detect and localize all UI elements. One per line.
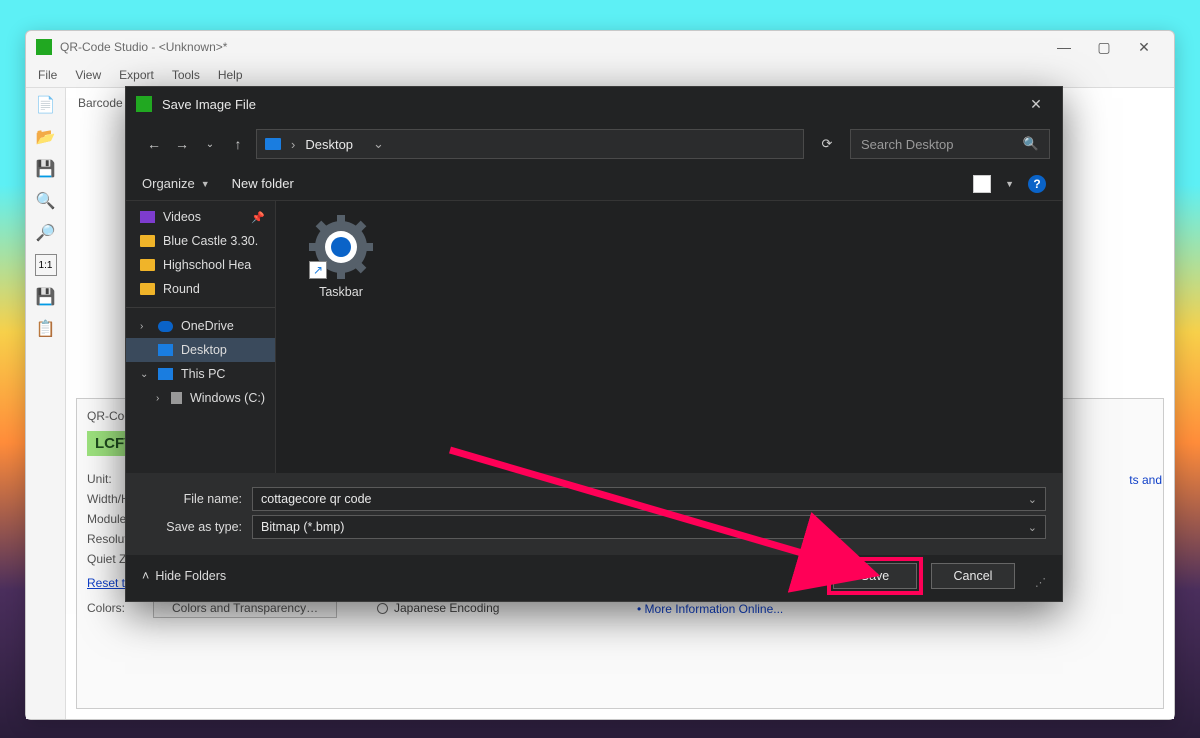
module-label: Module	[87, 512, 126, 526]
one-to-one-icon[interactable]: 1:1	[35, 254, 57, 276]
onedrive-icon	[158, 321, 173, 332]
new-doc-icon[interactable]: 📄	[35, 94, 57, 116]
view-mode-dropdown-icon[interactable]: ▼	[1005, 179, 1014, 189]
minimize-button[interactable]: —	[1044, 33, 1084, 61]
news-link-2[interactable]: • More Information Online...	[637, 602, 922, 616]
tree-item-highschool[interactable]: Highschool Hea	[126, 253, 275, 277]
nav-recent-icon[interactable]: ⌄	[200, 139, 220, 150]
nav-back-icon[interactable]: ←	[144, 136, 164, 152]
save-button[interactable]: Save	[833, 563, 917, 589]
cancel-button[interactable]: Cancel	[931, 563, 1015, 589]
tree-item-round[interactable]: Round	[126, 277, 275, 301]
app-icon	[36, 39, 52, 55]
address-bar[interactable]: › Desktop ⌄	[256, 129, 804, 159]
dialog-app-icon	[136, 96, 152, 112]
menu-tools[interactable]: Tools	[172, 68, 200, 82]
search-icon: 🔍	[1023, 136, 1039, 152]
folder-icon	[140, 235, 155, 247]
folder-icon	[140, 259, 155, 271]
save-icon[interactable]: 💾	[35, 158, 57, 180]
savetype-label: Save as type:	[142, 520, 242, 534]
tree-item-onedrive[interactable]: ›OneDrive	[126, 314, 275, 338]
tree-item-thispc[interactable]: ⌄This PC	[126, 362, 275, 386]
savetype-select[interactable]: Bitmap (*.bmp) ⌄	[252, 515, 1046, 539]
export-image-icon[interactable]: 💾	[35, 286, 57, 308]
chevron-down-icon: ▼	[201, 179, 210, 189]
search-placeholder: Search Desktop	[861, 137, 954, 152]
dialog-titlebar: Save Image File ✕	[126, 87, 1062, 121]
breadcrumb-desktop[interactable]: Desktop	[305, 137, 353, 152]
open-folder-icon[interactable]: 📂	[35, 126, 57, 148]
desktop-location-icon	[265, 138, 281, 150]
chevron-down-icon[interactable]: ⌄	[1028, 521, 1037, 534]
resize-grip-icon[interactable]: ⋰	[1035, 576, 1046, 589]
file-item-taskbar[interactable]: ↗ Taskbar	[296, 215, 386, 299]
app-toolbar: 📄 📂 💾 🔍 🔎 1:1 💾 📋	[26, 88, 66, 719]
drive-icon	[171, 392, 182, 404]
app-title: QR-Code Studio - <Unknown>*	[60, 40, 227, 54]
menu-export[interactable]: Export	[119, 68, 154, 82]
view-mode-button[interactable]	[973, 175, 991, 193]
close-button[interactable]: ✕	[1124, 33, 1164, 61]
nav-forward-icon[interactable]: →	[172, 136, 192, 152]
tree-item-videos[interactable]: Videos📌	[126, 205, 275, 229]
file-list[interactable]: ↗ Taskbar	[276, 201, 1062, 473]
videos-icon	[140, 211, 155, 223]
filename-label: File name:	[142, 492, 242, 506]
breadcrumb-sep-icon: ›	[291, 137, 295, 152]
zoom-out-icon[interactable]: 🔎	[35, 222, 57, 244]
search-input[interactable]: Search Desktop 🔍	[850, 129, 1050, 159]
unit-label: Unit:	[87, 472, 112, 486]
folder-icon	[140, 283, 155, 295]
tree-item-bluecastle[interactable]: Blue Castle 3.30.	[126, 229, 275, 253]
chevron-down-icon[interactable]: ⌄	[1028, 493, 1037, 506]
dialog-title: Save Image File	[162, 97, 256, 112]
app-titlebar: QR-Code Studio - <Unknown>* — ▢ ✕	[26, 31, 1174, 63]
pin-icon: 📌	[251, 211, 265, 224]
save-image-dialog: Save Image File ✕ ← → ⌄ ↑ › Desktop ⌄ ⟳ …	[125, 86, 1063, 602]
dialog-close-button[interactable]: ✕	[1020, 90, 1052, 118]
chevron-up-icon: ˄	[142, 569, 149, 583]
organize-menu[interactable]: Organize ▼	[142, 176, 210, 191]
breadcrumb-dropdown-icon[interactable]: ⌄	[373, 136, 384, 152]
chevron-right-icon: ›	[140, 321, 150, 332]
filename-input[interactable]: cottagecore qr code ⌄	[252, 487, 1046, 511]
copy-icon[interactable]: 📋	[35, 318, 57, 340]
chevron-right-icon: ›	[156, 393, 163, 404]
dialog-toolbar: Organize ▼ New folder ▼ ?	[126, 167, 1062, 201]
zoom-in-icon[interactable]: 🔍	[35, 190, 57, 212]
menu-file[interactable]: File	[38, 68, 57, 82]
nav-up-icon[interactable]: ↑	[228, 136, 248, 152]
app-menu: File View Export Tools Help	[26, 63, 1174, 87]
hide-folders-toggle[interactable]: ˄ Hide Folders	[142, 569, 226, 583]
help-icon[interactable]: ?	[1028, 175, 1046, 193]
colors-label: Colors:	[87, 601, 147, 615]
quietzone-label: Quiet Z	[87, 552, 126, 566]
dialog-bottom: File name: cottagecore qr code ⌄ Save as…	[126, 473, 1062, 555]
desktop-icon	[158, 344, 173, 356]
japanese-encoding-radio[interactable]: Japanese Encoding	[377, 601, 499, 615]
menu-help[interactable]: Help	[218, 68, 243, 82]
tree-item-cdrive[interactable]: ›Windows (C:)	[126, 386, 275, 410]
dialog-actions: ˄ Hide Folders Save Cancel ⋰	[126, 555, 1062, 601]
chevron-down-icon: ⌄	[140, 369, 150, 380]
tree-item-desktop[interactable]: Desktop	[126, 338, 275, 362]
dialog-nav: ← → ⌄ ↑ › Desktop ⌄ ⟳ Search Desktop 🔍	[126, 121, 1062, 167]
maximize-button[interactable]: ▢	[1084, 33, 1124, 61]
width-label: Width/H	[87, 492, 130, 506]
folder-tree: Videos📌 Blue Castle 3.30. Highschool Hea…	[126, 201, 276, 473]
file-item-label: Taskbar	[319, 285, 363, 299]
resolution-label: Resolut	[87, 532, 128, 546]
refresh-icon[interactable]: ⟳	[812, 136, 842, 152]
news-fragment: ts and	[1129, 473, 1162, 487]
shortcut-overlay-icon: ↗	[309, 261, 327, 279]
thispc-icon	[158, 368, 173, 380]
new-folder-button[interactable]: New folder	[232, 176, 294, 191]
menu-view[interactable]: View	[75, 68, 101, 82]
